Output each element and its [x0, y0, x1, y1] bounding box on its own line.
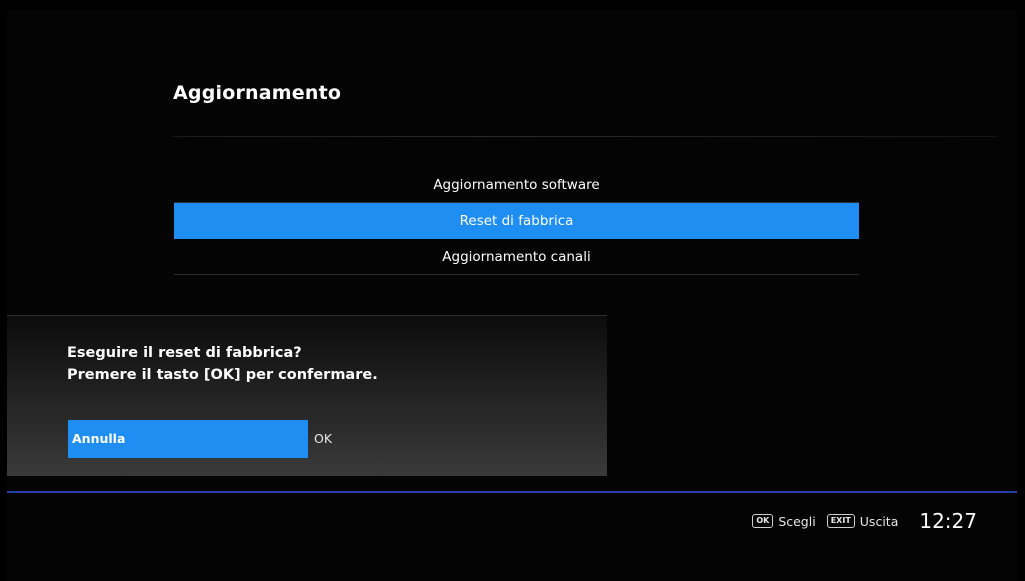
title-divider — [173, 136, 998, 137]
menu-item-channel-update[interactable]: Aggiornamento canali — [174, 239, 859, 275]
ok-key-icon: OK — [752, 514, 774, 528]
confirm-dialog: Eseguire il reset di fabbrica? Premere i… — [7, 315, 607, 476]
tv-screen: Aggiornamento Aggiornamento software Res… — [7, 10, 1017, 581]
exit-key-icon: EXIT — [826, 514, 855, 528]
dialog-message-line-2: Premere il tasto [OK] per confermare. — [67, 367, 378, 383]
page-title: Aggiornamento — [173, 82, 342, 104]
footer-bar: OK Scegli EXIT Uscita 12:27 — [752, 506, 977, 536]
dialog-message: Eseguire il reset di fabbrica? Premere i… — [67, 342, 378, 386]
menu-item-software-update[interactable]: Aggiornamento software — [174, 167, 859, 203]
hint-exit-label: Uscita — [859, 513, 899, 529]
footer-divider — [7, 491, 1017, 493]
menu-item-factory-reset[interactable]: Reset di fabbrica — [174, 203, 859, 239]
hint-choose: OK Scegli — [752, 513, 816, 529]
hint-choose-label: Scegli — [778, 513, 816, 529]
cancel-button[interactable]: Annulla — [68, 420, 308, 458]
hint-exit: EXIT Uscita — [826, 513, 899, 529]
ok-button[interactable]: OK — [314, 420, 332, 458]
dialog-message-line-1: Eseguire il reset di fabbrica? — [67, 345, 302, 361]
clock: 12:27 — [919, 509, 977, 533]
settings-menu: Aggiornamento software Reset di fabbrica… — [174, 167, 859, 275]
